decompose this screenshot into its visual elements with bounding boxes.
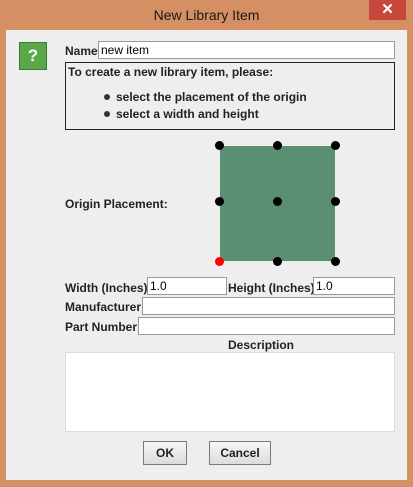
cancel-button[interactable]: Cancel <box>209 441 271 465</box>
close-icon: ✕ <box>381 1 394 18</box>
origin-point-top-center[interactable] <box>273 141 282 150</box>
manufacturer-label: Manufacturer <box>65 300 142 314</box>
origin-point-bottom-center[interactable] <box>273 257 282 266</box>
dialog-content: ? Name To create a new library item, ple… <box>6 30 407 480</box>
manufacturer-field[interactable] <box>142 297 395 315</box>
origin-point-bottom-right[interactable] <box>331 257 340 266</box>
description-textarea[interactable] <box>65 352 395 432</box>
origin-placement-label: Origin Placement: <box>65 197 168 211</box>
bullet-icon <box>104 94 110 100</box>
height-field[interactable] <box>313 277 395 295</box>
origin-point-top-right[interactable] <box>331 141 340 150</box>
help-icon: ? <box>19 42 47 70</box>
description-label: Description <box>228 338 295 352</box>
origin-point-bottom-left-selected[interactable] <box>215 257 224 266</box>
origin-point-center[interactable] <box>273 197 282 206</box>
window-title: New Library Item <box>153 7 260 23</box>
ok-button[interactable]: OK <box>143 441 187 465</box>
close-button[interactable]: ✕ <box>369 0 406 20</box>
name-field[interactable] <box>98 41 395 59</box>
origin-point-middle-right[interactable] <box>331 197 340 206</box>
part-number-field[interactable] <box>138 317 395 335</box>
width-field[interactable] <box>147 277 227 295</box>
part-number-label: Part Number <box>65 320 138 334</box>
origin-point-top-left[interactable] <box>215 141 224 150</box>
bullet-icon <box>104 111 110 117</box>
instructions-heading: To create a new library item, please: <box>68 65 274 79</box>
height-label: Height (Inches) <box>228 281 315 295</box>
instructions-box: To create a new library item, please: se… <box>65 62 395 130</box>
title-bar[interactable]: New Library Item ✕ <box>0 0 413 30</box>
dialog-window: New Library Item ✕ ? Name To create a ne… <box>0 0 413 487</box>
name-label: Name <box>65 44 98 58</box>
width-label: Width (Inches) <box>65 281 148 295</box>
origin-point-middle-left[interactable] <box>215 197 224 206</box>
